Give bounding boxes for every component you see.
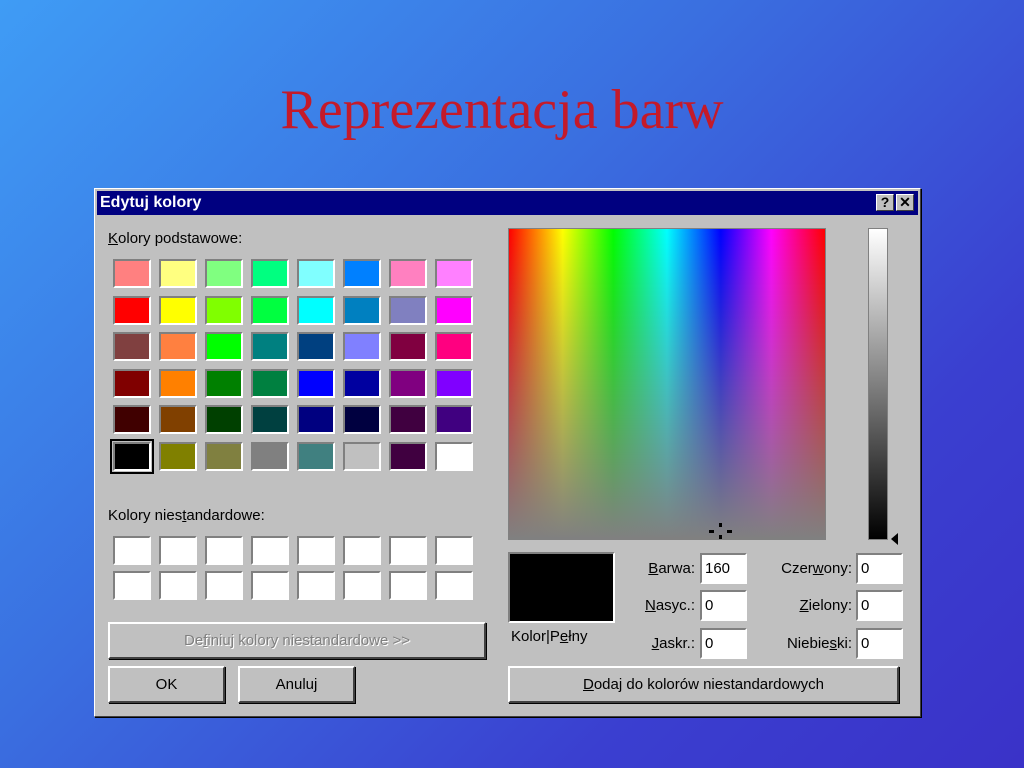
basic-color-swatch[interactable] <box>435 295 473 325</box>
help-button[interactable]: ? <box>876 194 894 211</box>
blue-label: Niebieski: <box>786 635 852 652</box>
custom-color-swatch[interactable] <box>389 571 427 600</box>
basic-color-swatch[interactable] <box>297 441 335 471</box>
color-preview <box>508 552 615 623</box>
basic-color-swatch[interactable] <box>113 259 151 288</box>
close-button[interactable]: ✕ <box>896 194 914 211</box>
basic-color-swatch[interactable] <box>343 295 381 325</box>
basic-color-swatch[interactable] <box>343 441 381 471</box>
basic-color-swatch[interactable] <box>389 259 427 288</box>
ok-button[interactable]: OK <box>108 666 225 703</box>
basic-color-swatch[interactable] <box>113 332 151 361</box>
basic-color-swatch[interactable] <box>205 295 243 325</box>
basic-color-swatch[interactable] <box>205 368 243 398</box>
basic-color-swatch[interactable] <box>205 332 243 361</box>
basic-color-swatch[interactable] <box>389 295 427 325</box>
dialog-title: Edytuj kolory <box>100 194 202 211</box>
color-spectrum[interactable] <box>508 228 826 540</box>
basic-color-swatch[interactable] <box>251 259 289 288</box>
custom-color-swatch[interactable] <box>435 536 473 565</box>
basic-color-swatch[interactable] <box>435 441 473 471</box>
custom-color-swatch[interactable] <box>297 536 335 565</box>
dialog-titlebar[interactable]: Edytuj kolory ? ✕ <box>97 191 918 215</box>
basic-color-swatch[interactable] <box>251 332 289 361</box>
slide-title: Reprezentacja barw <box>280 79 724 141</box>
custom-color-swatch[interactable] <box>251 536 289 565</box>
basic-color-swatch[interactable] <box>297 368 335 398</box>
basic-color-swatch[interactable] <box>343 332 381 361</box>
luminosity-input[interactable]: 0 <box>700 628 747 659</box>
basic-color-swatch[interactable] <box>389 368 427 398</box>
add-to-custom-colors-button[interactable]: Dodaj do kolorów niestandardowych <box>508 666 899 703</box>
hue-input[interactable]: 160 <box>700 553 747 584</box>
basic-color-swatch[interactable] <box>113 368 151 398</box>
custom-colors-label: Kolory niestandardowe: <box>108 507 265 524</box>
custom-color-swatch[interactable] <box>251 571 289 600</box>
hue-label: Barwa: <box>648 560 695 577</box>
basic-color-swatch[interactable] <box>205 441 243 471</box>
green-input[interactable]: 0 <box>856 590 903 621</box>
custom-color-swatch[interactable] <box>297 571 335 600</box>
close-icon: ✕ <box>899 194 911 210</box>
custom-color-swatch[interactable] <box>159 571 197 600</box>
basic-color-swatch[interactable] <box>297 332 335 361</box>
luminosity-arrow-icon[interactable] <box>891 533 898 545</box>
crosshair-icon <box>709 523 733 539</box>
basic-color-swatch[interactable] <box>113 405 151 434</box>
custom-color-swatch[interactable] <box>343 571 381 600</box>
basic-color-swatch[interactable] <box>159 441 197 471</box>
custom-color-swatch[interactable] <box>435 571 473 600</box>
basic-color-swatch[interactable] <box>251 295 289 325</box>
basic-color-swatch[interactable] <box>159 332 197 361</box>
color-preview-label: Kolor|Pełny <box>511 628 588 645</box>
basic-color-swatch[interactable] <box>297 405 335 434</box>
basic-color-swatch[interactable] <box>110 438 154 474</box>
custom-color-swatch[interactable] <box>205 536 243 565</box>
custom-color-swatch[interactable] <box>205 571 243 600</box>
basic-color-swatch[interactable] <box>159 368 197 398</box>
custom-color-swatch[interactable] <box>113 536 151 565</box>
red-label: Czerwony: <box>781 560 852 577</box>
luminosity-slider[interactable] <box>868 228 888 540</box>
custom-color-swatch[interactable] <box>343 536 381 565</box>
basic-color-swatch[interactable] <box>159 405 197 434</box>
define-custom-colors-button[interactable]: De f iniuj kolory niestandardowe >> <box>108 622 486 659</box>
basic-color-swatch[interactable] <box>251 405 289 434</box>
basic-color-swatch[interactable] <box>297 259 335 288</box>
basic-color-swatch[interactable] <box>435 332 473 361</box>
basic-color-swatch[interactable] <box>159 295 197 325</box>
basic-color-swatch[interactable] <box>389 441 427 471</box>
edit-colors-dialog: Edytuj kolory ? ✕ Kolory podstawowe: Kol… <box>94 188 921 717</box>
basic-colors-label: Kolory podstawowe: <box>108 230 243 247</box>
basic-color-swatch[interactable] <box>251 441 289 471</box>
custom-color-swatch[interactable] <box>113 571 151 600</box>
basic-color-swatch[interactable] <box>435 259 473 288</box>
basic-color-swatch[interactable] <box>343 368 381 398</box>
red-input[interactable]: 0 <box>856 553 903 584</box>
blue-input[interactable]: 0 <box>856 628 903 659</box>
custom-color-swatch[interactable] <box>389 536 427 565</box>
luminosity-label: Jaskr.: <box>651 635 695 652</box>
basic-color-swatch[interactable] <box>435 405 473 434</box>
basic-color-swatch[interactable] <box>159 259 197 288</box>
basic-color-swatch[interactable] <box>205 405 243 434</box>
basic-color-swatch[interactable] <box>343 259 381 288</box>
saturation-label: Nasyc.: <box>644 597 695 614</box>
custom-color-swatch[interactable] <box>159 536 197 565</box>
basic-color-swatch[interactable] <box>113 295 151 325</box>
saturation-input[interactable]: 0 <box>700 590 747 621</box>
basic-color-swatch[interactable] <box>205 259 243 288</box>
basic-color-swatch[interactable] <box>343 405 381 434</box>
basic-color-swatch[interactable] <box>389 332 427 361</box>
cancel-button[interactable]: Anuluj <box>238 666 355 703</box>
basic-color-swatch[interactable] <box>297 295 335 325</box>
green-label: Zielony: <box>799 597 852 614</box>
basic-color-swatch[interactable] <box>389 405 427 434</box>
basic-color-swatch[interactable] <box>251 368 289 398</box>
basic-color-swatch[interactable] <box>435 368 473 398</box>
